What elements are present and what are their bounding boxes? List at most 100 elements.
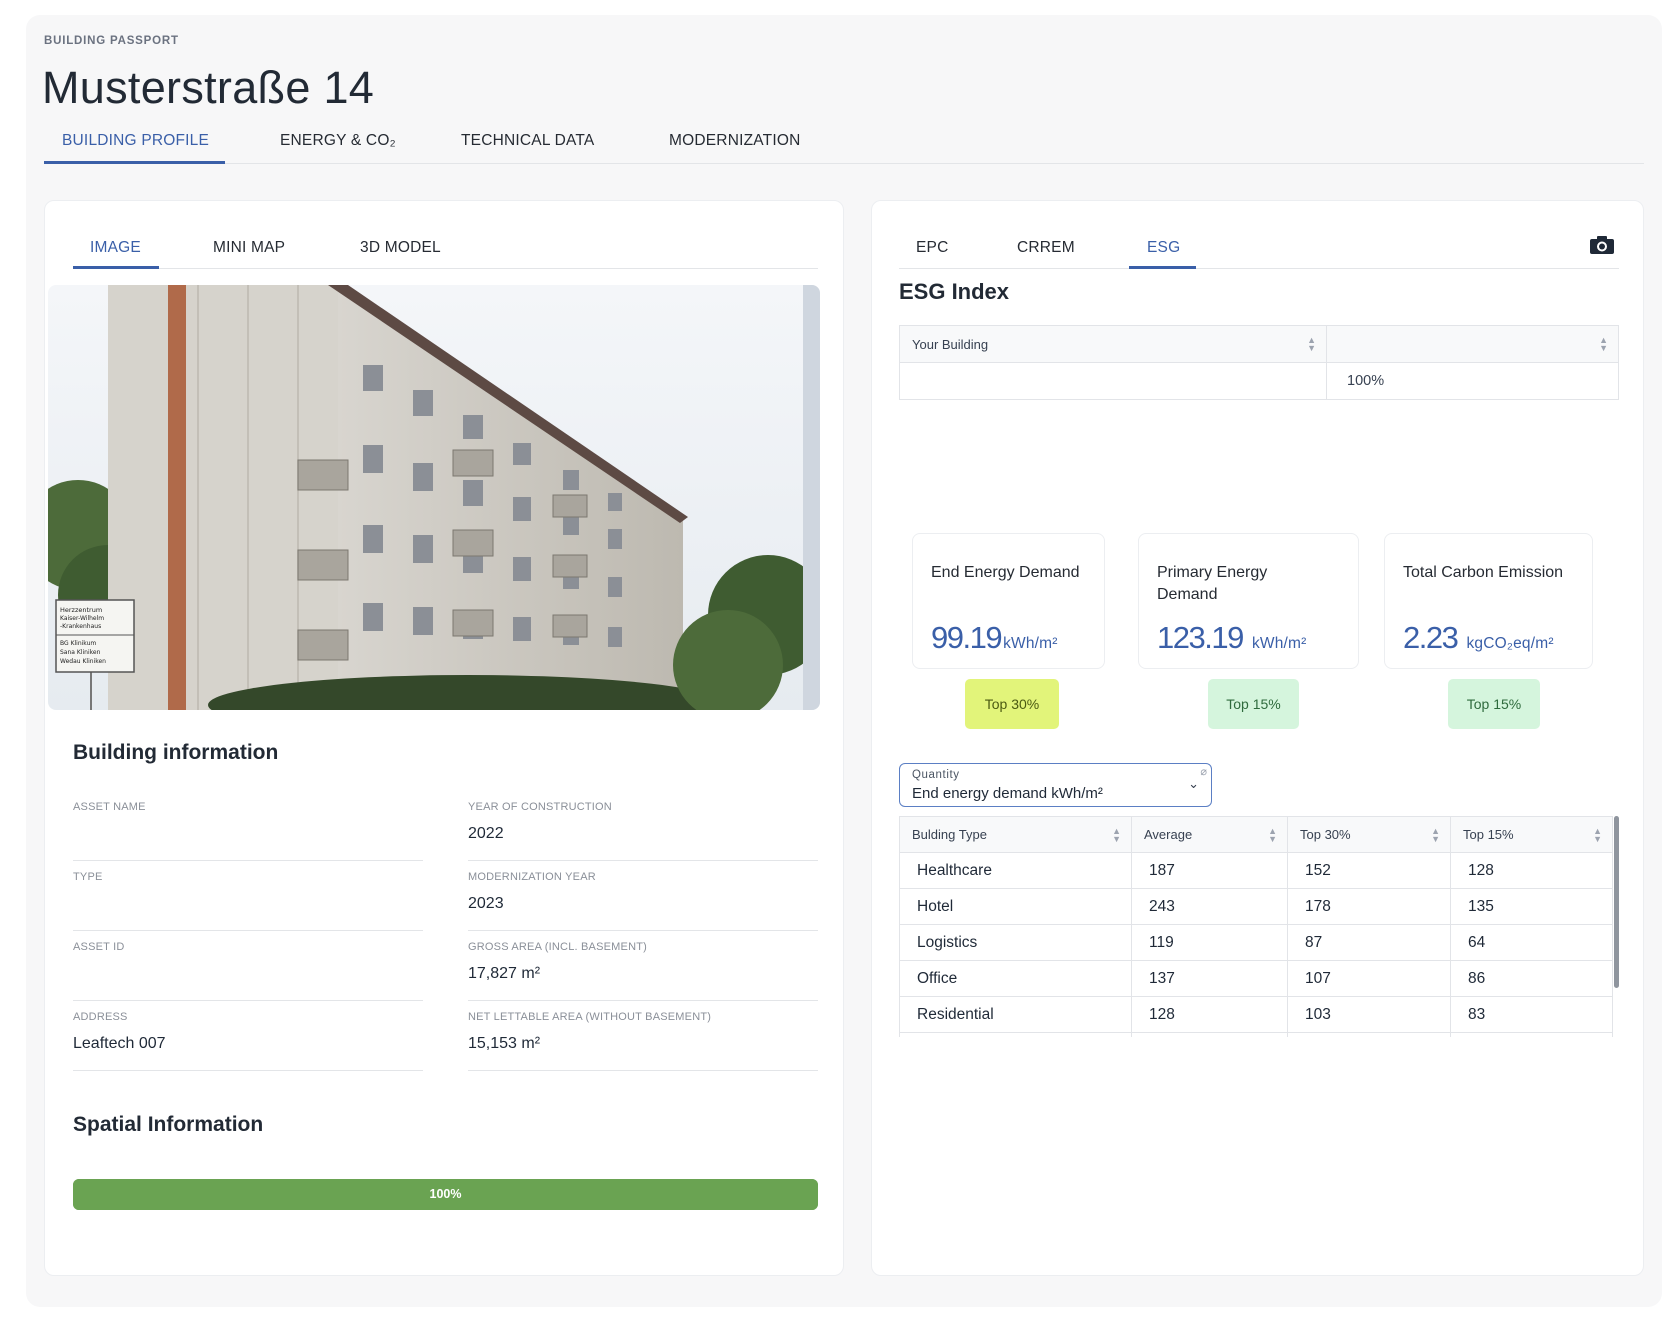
quantity-select[interactable]: Quantity End energy demand kWh/m² ⌄ ⌀: [899, 763, 1212, 807]
sign-line: Sana Kliniken: [60, 649, 101, 656]
field-value: 2023: [468, 895, 504, 912]
table-cell: 103: [1287, 996, 1451, 1033]
field-net-lettable-area[interactable]: NET LETTABLE AREA (WITHOUT BASEMENT) 15,…: [468, 1005, 818, 1071]
field-asset-name[interactable]: ASSET NAME: [73, 795, 423, 861]
header-label: Your Building: [912, 336, 989, 352]
field-value: 17,827 m²: [468, 965, 541, 982]
select-label: Quantity: [912, 769, 960, 781]
field-label: ASSET NAME: [73, 801, 146, 813]
active-tab-indicator: [44, 161, 225, 164]
tab-epc[interactable]: EPC: [916, 239, 948, 257]
field-modernization-year[interactable]: MODERNIZATION YEAR 2023: [468, 865, 818, 931]
sort-icon: ▲ ▼: [1112, 826, 1121, 844]
metric-title: End Energy Demand: [931, 564, 1080, 581]
esg-cell: 100%: [1326, 362, 1619, 400]
table-cell: [899, 1032, 1132, 1037]
tab-image[interactable]: IMAGE: [90, 239, 141, 257]
table-cell: 128: [1131, 996, 1288, 1033]
tab-technical-data[interactable]: TECHNICAL DATA: [461, 132, 594, 150]
metric-end-energy: End Energy Demand 99.19 kWh/m²: [912, 533, 1105, 669]
esg-index-title: ESG Index: [899, 279, 1010, 304]
table-scrollbar[interactable]: [1614, 816, 1619, 988]
tab-modernization[interactable]: MODERNIZATION: [669, 132, 800, 150]
bench-header-cell[interactable]: Average ▲ ▼: [1131, 816, 1288, 853]
sign-line: Herzzentrum: [60, 606, 102, 614]
main-tabs: BUILDING PROFILE ENERGY & CO₂ TECHNICAL …: [44, 128, 1644, 164]
badge-top-15: Top 15%: [1208, 679, 1299, 729]
table-cell: 107: [1287, 960, 1451, 997]
table-cell: 187: [1131, 852, 1288, 889]
sign-line: Kaiser-Wilhelm: [60, 615, 104, 622]
field-value: 15,153 m²: [468, 1035, 541, 1052]
table-cell: [1131, 1032, 1288, 1037]
field-label: ASSET ID: [73, 941, 125, 953]
camera-icon[interactable]: [1589, 235, 1615, 255]
sign-line: BG Klinikum: [60, 640, 96, 647]
table-cell: 243: [1131, 888, 1288, 925]
sort-icon: ▲ ▼: [1307, 335, 1316, 353]
chevron-down-icon[interactable]: ⌄: [1188, 776, 1199, 792]
field-gross-area[interactable]: GROSS AREA (INCL. BASEMENT) 17,827 m²: [468, 935, 818, 1001]
field-label: TYPE: [73, 871, 103, 883]
metric-title: Primary Energy Demand: [1157, 564, 1268, 603]
media-tabs: IMAGE MINI MAP 3D MODEL: [73, 229, 818, 269]
table-cell: 86: [1450, 960, 1613, 997]
esg-header-cell[interactable]: ▲ ▼: [1326, 325, 1619, 363]
field-address[interactable]: ADDRESS Leaftech 007: [73, 1005, 423, 1071]
field-year-of-construction[interactable]: YEAR OF CONSTRUCTION 2022: [468, 795, 818, 861]
tab-3d-model[interactable]: 3D MODEL: [360, 239, 441, 257]
sort-icon: ▲ ▼: [1599, 335, 1608, 353]
tab-mini-map[interactable]: MINI MAP: [213, 239, 285, 257]
metric-value: 123.19 kWh/m²: [1157, 620, 1307, 655]
field-label: YEAR OF CONSTRUCTION: [468, 801, 612, 813]
spatial-progress-bar: 100%: [73, 1179, 818, 1210]
tab-energy-co2[interactable]: ENERGY & CO₂: [280, 132, 396, 150]
sort-icon: ▲ ▼: [1593, 826, 1602, 844]
bench-header-cell[interactable]: Top 15% ▲ ▼: [1450, 816, 1613, 853]
metric-value: 2.23 kgCO₂eq/m²: [1403, 620, 1554, 655]
esg-index-table: Your Building ▲ ▼ ▲ ▼ 100%: [899, 325, 1619, 400]
field-type[interactable]: TYPE: [73, 865, 423, 931]
table-row: [899, 1032, 1613, 1037]
table-cell: 64: [1450, 924, 1613, 961]
table-cell: 87: [1287, 924, 1451, 961]
table-row: Office 137 107 86: [899, 960, 1613, 997]
metric-primary-energy: Primary Energy Demand 123.19 kWh/m²: [1138, 533, 1359, 669]
table-cell: 152: [1287, 852, 1451, 889]
table-cell: 135: [1450, 888, 1613, 925]
sign-line: Wedau Kliniken: [60, 658, 106, 665]
active-subtab-indicator: [73, 266, 159, 269]
tab-crrem[interactable]: CRREM: [1017, 239, 1075, 257]
spatial-info-title: Spatial Information: [73, 1113, 264, 1136]
page-title: Musterstraße 14: [42, 62, 375, 113]
tab-building-profile[interactable]: BUILDING PROFILE: [62, 132, 209, 150]
bench-header-cell[interactable]: Bulding Type ▲ ▼: [899, 816, 1132, 853]
field-label: GROSS AREA (INCL. BASEMENT): [468, 941, 647, 953]
bench-header-cell[interactable]: Top 30% ▲ ▼: [1287, 816, 1451, 853]
table-cell: 137: [1131, 960, 1288, 997]
field-label: MODERNIZATION YEAR: [468, 871, 596, 883]
table-row: Residential 128 103 83: [899, 996, 1613, 1033]
table-cell: 83: [1450, 996, 1613, 1033]
field-value: Leaftech 007: [73, 1035, 166, 1052]
table-cell: 119: [1131, 924, 1288, 961]
energy-tabs: EPC CRREM ESG: [899, 229, 1619, 269]
badge-top-30: Top 30%: [965, 679, 1059, 729]
building-info-title: Building information: [73, 741, 279, 764]
page-eyebrow: BUILDING PASSPORT: [44, 35, 179, 47]
table-cell: 128: [1450, 852, 1613, 889]
table-cell: [1450, 1032, 1613, 1037]
esg-header-cell[interactable]: Your Building ▲ ▼: [899, 325, 1327, 363]
table-cell: Hotel: [899, 888, 1132, 925]
tab-esg[interactable]: ESG: [1147, 239, 1180, 257]
table-cell: Logistics: [899, 924, 1132, 961]
sort-icon: ▲ ▼: [1431, 826, 1440, 844]
esg-cell: [899, 362, 1327, 400]
clear-icon[interactable]: ⌀: [1200, 765, 1207, 778]
table-cell: Office: [899, 960, 1132, 997]
table-cell: [1287, 1032, 1451, 1037]
metric-title: Total Carbon Emission: [1403, 564, 1564, 581]
field-asset-id[interactable]: ASSET ID: [73, 935, 423, 1001]
field-label: ADDRESS: [73, 1011, 128, 1023]
table-cell: 178: [1287, 888, 1451, 925]
